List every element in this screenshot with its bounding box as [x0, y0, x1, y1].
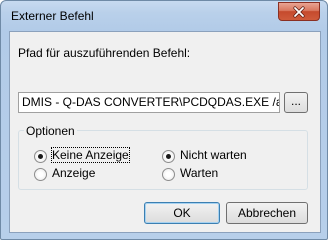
dialog-content: Pfad für auszuführenden Befehl: DMIS - Q…: [9, 31, 321, 233]
radio-keine-anzeige[interactable]: [34, 150, 47, 163]
window-title: Externer Befehl: [11, 9, 94, 23]
close-button[interactable]: [278, 2, 320, 21]
cancel-button[interactable]: Abbrechen: [226, 202, 308, 224]
command-path-input[interactable]: DMIS - Q-DAS CONVERTER\PCDQDAS.EXE /a: [18, 92, 280, 113]
ok-button[interactable]: OK: [144, 202, 220, 224]
radio-nicht-warten-label[interactable]: Nicht warten: [180, 148, 247, 162]
radio-nicht-warten[interactable]: [162, 150, 175, 163]
options-legend: Optionen: [24, 124, 77, 138]
dialog-window: Externer Befehl Pfad für auszuführenden …: [0, 0, 328, 240]
radio-warten[interactable]: [162, 168, 175, 181]
radio-warten-label[interactable]: Warten: [180, 166, 218, 180]
title-bar[interactable]: Externer Befehl: [1, 1, 327, 31]
close-icon: [279, 3, 319, 20]
radio-anzeige[interactable]: [34, 168, 47, 181]
radio-selected-dot: [38, 154, 43, 159]
radio-selected-dot: [166, 154, 171, 159]
radio-keine-anzeige-label[interactable]: Keine Anzeige: [51, 147, 130, 163]
path-label: Pfad für auszuführenden Befehl:: [18, 46, 191, 60]
browse-button[interactable]: ...: [284, 92, 308, 113]
radio-anzeige-label[interactable]: Anzeige: [52, 166, 95, 180]
